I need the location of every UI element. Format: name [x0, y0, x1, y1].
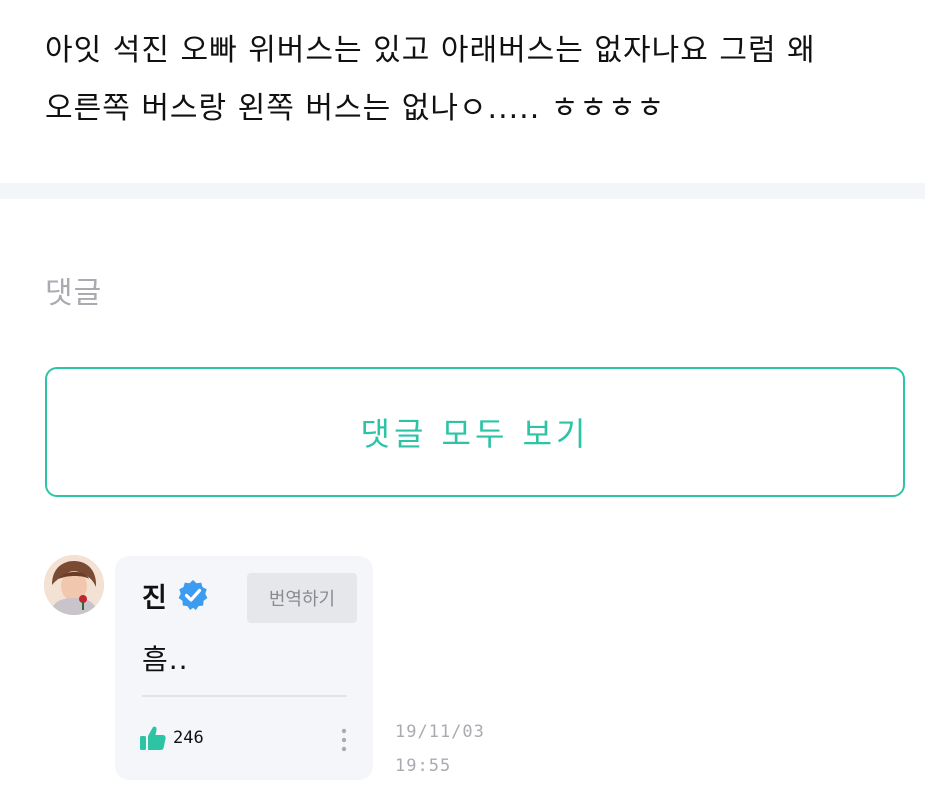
comment-divider [142, 695, 347, 697]
post-body-text: 아잇 석진 오빠 위버스는 있고 아래버스는 없자나요 그럼 왜 오른쪽 버스랑… [45, 33, 816, 126]
view-all-comments-button[interactable]: 댓글 모두 보기 [45, 367, 905, 497]
profile-photo-icon [44, 555, 104, 615]
comment-author-name[interactable]: 진 [142, 576, 167, 615]
comment-text: 흠.. [142, 643, 189, 676]
avatar[interactable] [44, 555, 104, 615]
more-vertical-icon[interactable] [337, 726, 351, 754]
comment-card: 진 번역하기 흠.. 246 [115, 556, 373, 780]
comments-heading: 댓글 [45, 276, 103, 311]
section-divider [0, 183, 925, 199]
thumbs-up-icon [140, 726, 166, 750]
translate-button[interactable]: 번역하기 [247, 573, 357, 623]
post-page: 아잇 석진 오빠 위버스는 있고 아래버스는 없자나요 그럼 왜 오른쪽 버스랑… [0, 0, 925, 786]
verified-badge-icon [178, 580, 208, 610]
comment-date: 19/11/03 [395, 722, 485, 742]
comment-time: 19:55 [395, 756, 452, 776]
like-button[interactable]: 246 [139, 724, 204, 752]
view-all-comments-label: 댓글 모두 보기 [360, 415, 590, 453]
like-count: 246 [173, 728, 204, 748]
